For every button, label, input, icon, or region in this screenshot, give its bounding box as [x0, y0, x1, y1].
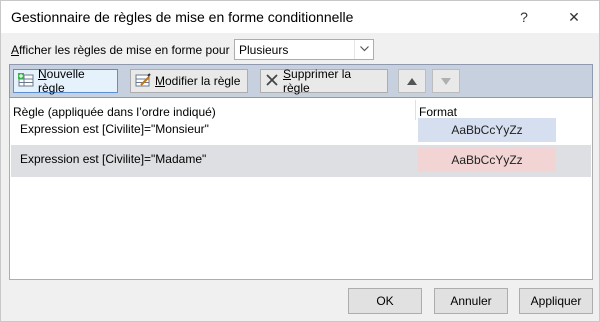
rules-list: Règle (appliquée dans l’ordre indiqué) F…: [9, 98, 593, 280]
delete-x-icon: [265, 73, 279, 90]
triangle-down-icon: [441, 74, 451, 88]
format-preview: AaBbCcYyZz: [418, 148, 556, 172]
apply-button[interactable]: Appliquer: [519, 288, 593, 314]
rules-toolbar: Nouvelle règle Modifier la règle Supprim…: [9, 64, 593, 98]
rule-row-monsieur[interactable]: Expression est [Civilite]="Monsieur" AaB…: [11, 115, 591, 147]
show-rules-value: Plusieurs: [239, 43, 289, 57]
new-rule-icon: [18, 72, 34, 90]
rule-expression: Expression est [Civilite]="Madame": [20, 152, 207, 166]
show-rules-select[interactable]: Plusieurs: [234, 39, 374, 60]
delete-rule-button[interactable]: Supprimer la règle: [260, 67, 388, 95]
title-bar: Gestionnaire de règles de mise en forme …: [1, 1, 599, 33]
cancel-button[interactable]: Annuler: [434, 288, 508, 314]
ok-button[interactable]: OK: [348, 288, 422, 314]
new-rule-button[interactable]: Nouvelle règle: [13, 67, 118, 95]
edit-rule-icon: [135, 72, 151, 90]
close-button[interactable]: ✕: [561, 5, 587, 29]
edit-rule-label: Modifier la règle: [155, 74, 241, 88]
new-rule-label: Nouvelle règle: [38, 67, 85, 95]
conditional-format-dialog: Gestionnaire de règles de mise en forme …: [0, 0, 600, 322]
rule-row-madame[interactable]: Expression est [Civilite]="Madame" AaBbC…: [11, 145, 591, 177]
chevron-down-icon[interactable]: [354, 40, 373, 59]
move-up-button[interactable]: [398, 69, 426, 93]
rule-expression: Expression est [Civilite]="Monsieur": [20, 122, 209, 136]
help-button[interactable]: ?: [511, 5, 537, 29]
delete-rule-label: Supprimer la règle: [283, 67, 352, 95]
edit-rule-button[interactable]: Modifier la règle: [130, 69, 248, 93]
format-preview: AaBbCcYyZz: [418, 118, 556, 142]
triangle-up-icon: [407, 74, 417, 88]
dialog-title: Gestionnaire de règles de mise en forme …: [11, 9, 354, 25]
move-down-button[interactable]: [432, 69, 460, 93]
show-rules-label: Afficher les règles de mise en forme pou…: [11, 43, 237, 57]
